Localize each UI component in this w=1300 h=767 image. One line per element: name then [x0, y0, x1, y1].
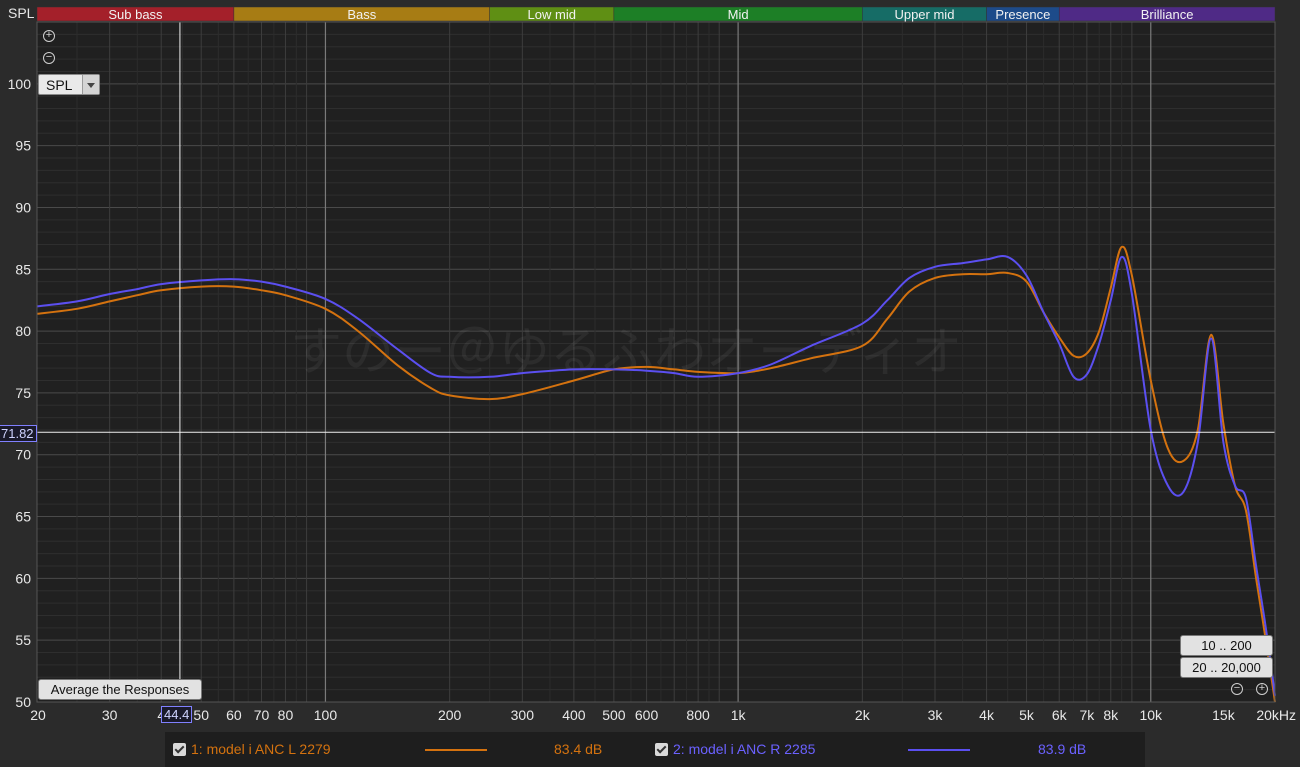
range-10-200-button[interactable]: 10 .. 200 — [1180, 635, 1273, 656]
x-tick-16: 3k — [928, 707, 944, 723]
series-1-average: 83.4 dB — [554, 741, 603, 757]
series-2-name: 2: model i ANC R 2285 — [673, 741, 816, 757]
band-label-3: Mid — [728, 7, 749, 22]
x-tick-22: 10k — [1139, 707, 1163, 723]
series-2-swatch — [908, 749, 970, 751]
y-tick-6: 80 — [15, 323, 31, 339]
x-tick-14: 1k — [731, 707, 747, 723]
x-tick-8: 200 — [438, 707, 462, 723]
y-tick-8: 90 — [15, 199, 31, 215]
legend-item-2[interactable]: 2: model i ANC R 2285 83.9 dB — [655, 732, 1125, 767]
y-tick-5: 75 — [15, 385, 31, 401]
series-2-average: 83.9 dB — [1038, 741, 1087, 757]
x-tick-0: 20 — [30, 707, 46, 723]
y-tick-10: 100 — [8, 76, 32, 92]
cursor-y-readout: 71.82 — [0, 425, 37, 442]
x-tick-10: 400 — [562, 707, 586, 723]
x-zoom-out-icon[interactable]: − — [1231, 683, 1243, 695]
x-tick-3: 50 — [193, 707, 209, 723]
cursor-x-readout: 44.4 — [161, 706, 193, 723]
x-tick-7: 100 — [314, 707, 338, 723]
y-zoom-in-icon[interactable]: + — [43, 30, 55, 42]
band-label-6: Brilliance — [1141, 7, 1194, 22]
spl-select-value: SPL — [46, 77, 73, 93]
x-tick-5: 70 — [254, 707, 270, 723]
x-tick-23: 15k — [1212, 707, 1236, 723]
y-tick-7: 85 — [15, 261, 31, 277]
band-label-4: Upper mid — [894, 7, 954, 22]
x-tick-15: 2k — [855, 707, 871, 723]
x-tick-labels: 20304506070801002003004005006008001k2k3k… — [30, 707, 1296, 723]
x-tick-18: 5k — [1019, 707, 1035, 723]
x-tick-12: 600 — [635, 707, 659, 723]
y-tick-2: 60 — [15, 570, 31, 586]
y-tick-0: 50 — [15, 694, 31, 710]
y-zoom-out-icon[interactable]: − — [43, 52, 55, 64]
band-label-1: Bass — [347, 7, 376, 22]
legend: 1: model i ANC L 2279 83.4 dB 2: model i… — [165, 732, 1145, 767]
x-tick-1: 30 — [102, 707, 118, 723]
average-responses-button[interactable]: Average the Responses — [38, 679, 202, 700]
y-tick-labels: 50 55 60 65 70 75 80 85 90 95 100 — [8, 76, 32, 710]
range-20-20000-button[interactable]: 20 .. 20,000 — [1180, 657, 1273, 678]
frequency-response-chart[interactable]: Sub bass Bass Low mid Mid Upper mid Presence B… — [0, 0, 1300, 767]
x-tick-20: 7k — [1079, 707, 1095, 723]
band-label-2: Low mid — [528, 7, 576, 22]
chevron-down-icon[interactable] — [82, 75, 99, 94]
x-tick-11: 500 — [602, 707, 626, 723]
series-1-name: 1: model i ANC L 2279 — [191, 741, 331, 757]
series-2-checkbox[interactable] — [655, 743, 668, 756]
x-tick-24: 20kHz — [1256, 707, 1296, 723]
x-tick-9: 300 — [511, 707, 535, 723]
band-label-0: Sub bass — [108, 7, 163, 22]
frequency-bands: Sub bass Bass Low mid Mid Upper mid Presence B… — [36, 6, 1276, 22]
x-tick-6: 80 — [278, 707, 294, 723]
x-tick-21: 8k — [1103, 707, 1119, 723]
series-1-checkbox[interactable] — [173, 743, 186, 756]
y-tick-1: 55 — [15, 632, 31, 648]
series-1-swatch — [425, 749, 487, 751]
x-tick-17: 4k — [979, 707, 995, 723]
y-tick-4: 70 — [15, 447, 31, 463]
y-tick-3: 65 — [15, 509, 31, 525]
spl-select[interactable]: SPL — [38, 74, 100, 95]
x-zoom-in-icon[interactable]: + — [1256, 683, 1268, 695]
y-tick-9: 95 — [15, 138, 31, 154]
x-tick-4: 60 — [226, 707, 242, 723]
band-label-5: Presence — [995, 7, 1050, 22]
legend-item-1[interactable]: 1: model i ANC L 2279 83.4 dB — [173, 732, 643, 767]
watermark: すのー＠ゆるふわオーディオ — [290, 323, 962, 383]
x-tick-19: 6k — [1052, 707, 1068, 723]
x-tick-13: 800 — [686, 707, 710, 723]
y-axis-label: SPL — [8, 5, 35, 21]
